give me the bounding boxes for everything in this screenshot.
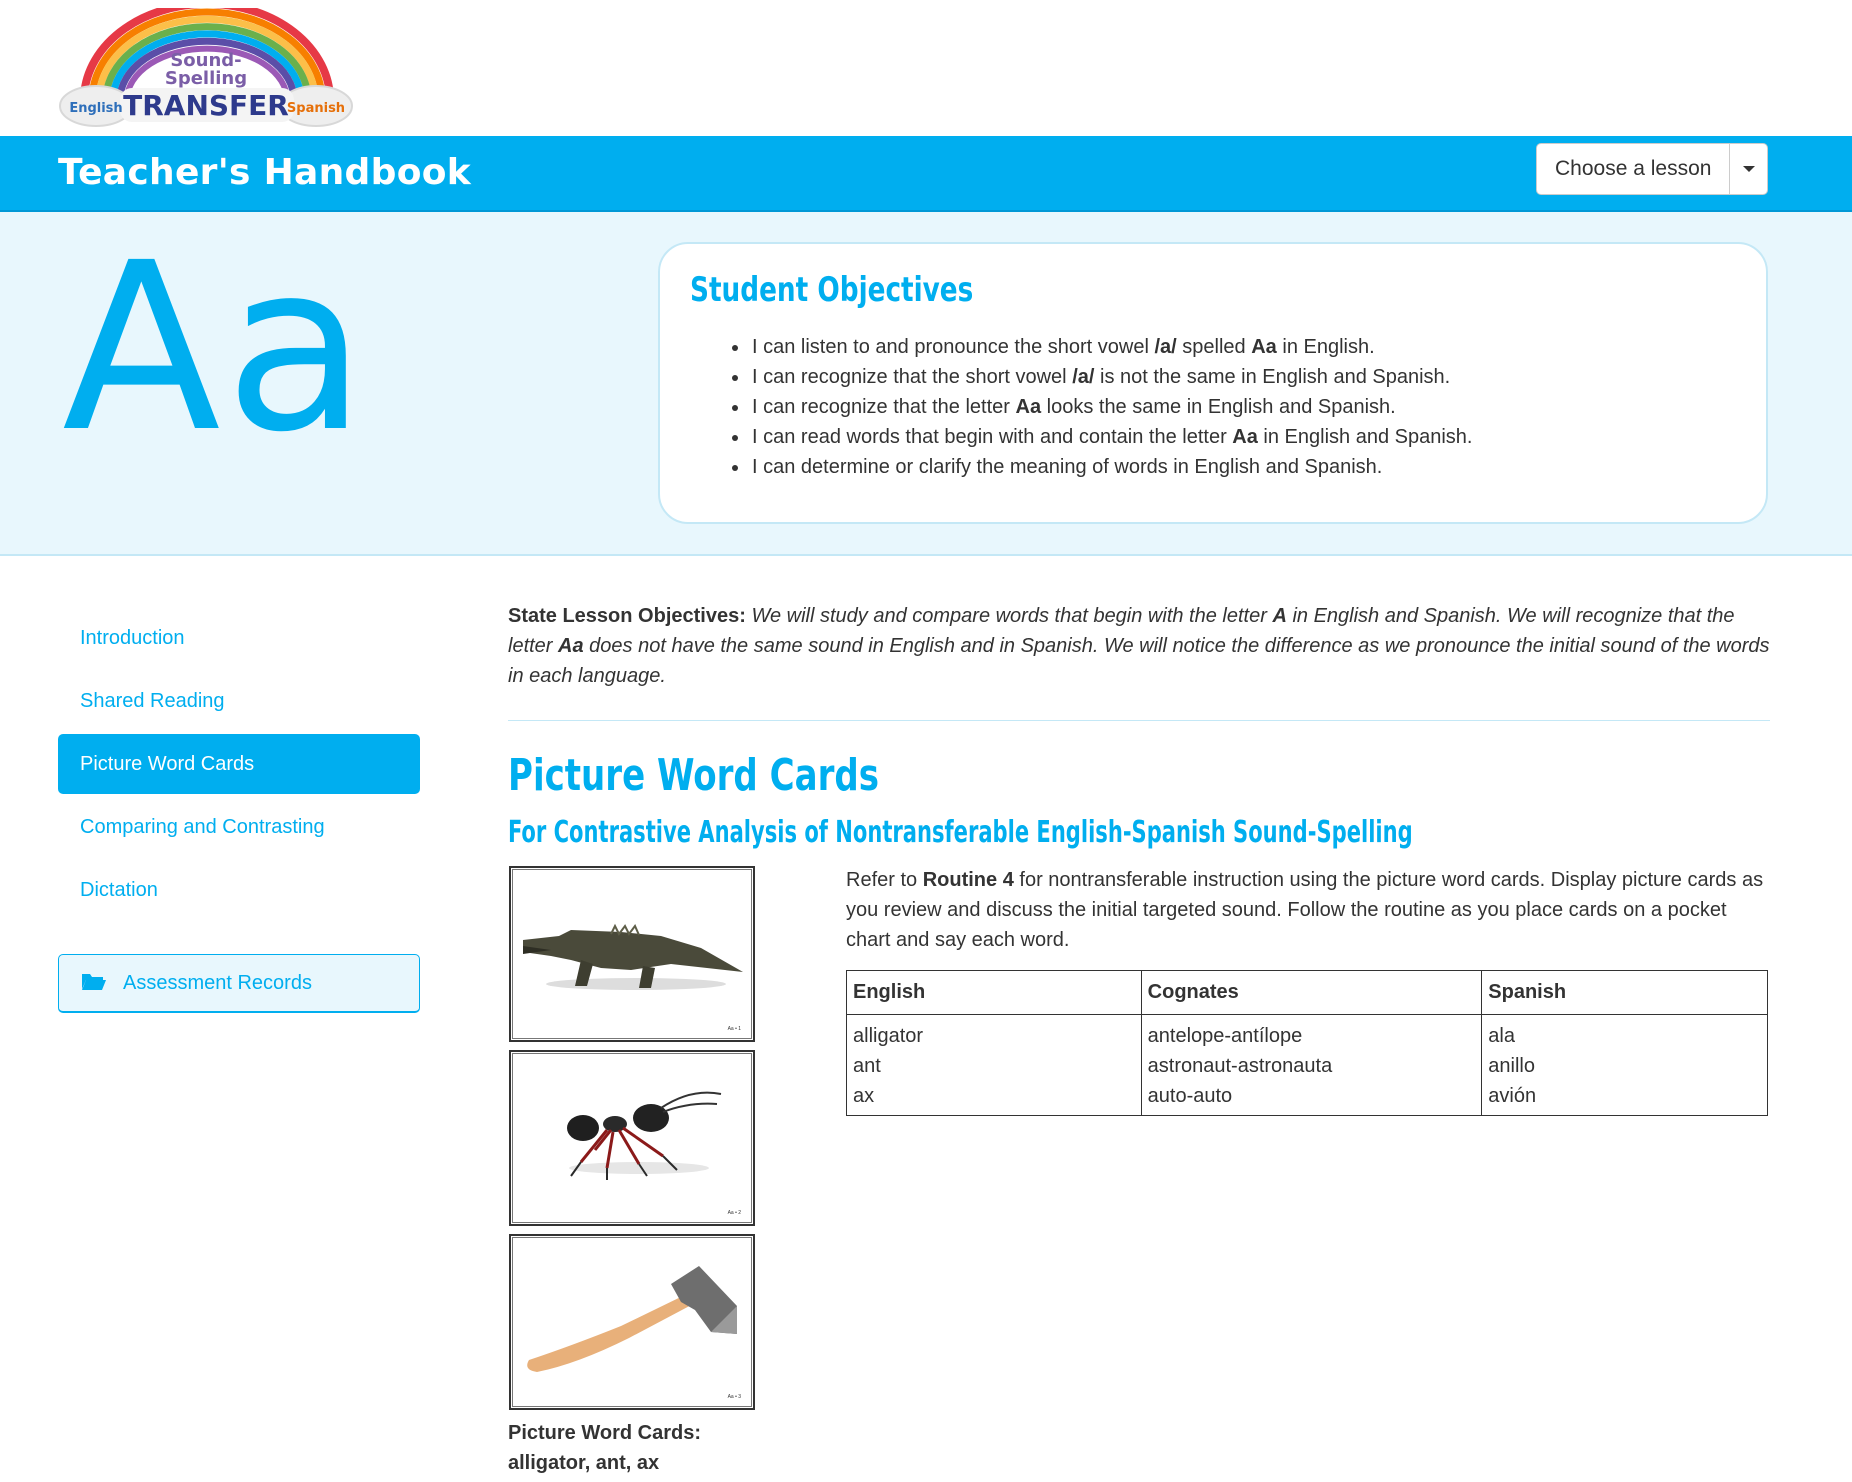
table-cell: ant [853,1055,881,1077]
routine-instructions: Refer to Routine 4 for nontransferable i… [846,869,1764,951]
cards-caption-line1: Picture Word Cards: [508,1422,701,1444]
rainbow-logo-graphic: Sound- Spelling TRANSFER English Spanish [59,8,353,127]
column-header-spanish: Spanish [1481,970,1768,1015]
card-number: Aa • 3 [727,1394,741,1400]
spanish-words-cell: ala anillo avión [1481,1014,1768,1116]
sidebar-item-introduction[interactable]: Introduction [58,608,420,668]
lesson-select-dropdown[interactable]: Choose a lesson [1536,143,1769,195]
table-cell: avión [1488,1085,1537,1107]
card-number: Aa • 1 [727,1026,741,1032]
sound-spelling-transfer-logo[interactable]: Sound- Spelling TRANSFER English Spanish [58,8,358,132]
english-words-cell: alligator ant ax [846,1014,1142,1116]
state-lesson-objectives: State Lesson Objectives: We will study a… [508,605,1770,687]
ant-icon [567,1091,722,1180]
student-objectives-card: Student Objectives I can listen to and p… [658,242,1768,524]
picture-card-ant[interactable]: Aa • 2 [509,1050,755,1226]
table-cell: ax [853,1085,875,1107]
words-table: English Cognates Spanish alligator ant a… [846,970,1768,1116]
sidebar-item-shared-reading[interactable]: Shared Reading [58,671,420,731]
table-cell: anillo [1488,1055,1535,1077]
ax-icon [527,1266,737,1372]
assessment-records-button[interactable]: Assessment Records [58,954,420,1013]
sidebar-item-dictation[interactable]: Dictation [58,860,420,920]
picture-card-alligator[interactable]: Aa • 1 [509,866,755,1042]
table-header-row: English Cognates Spanish [846,970,1768,1015]
page-title: Teacher's Handbook [58,152,472,193]
lesson-select-toggle[interactable] [1729,144,1767,194]
svg-text:Spanish: Spanish [287,101,345,116]
cards-caption-line2: alligator, ant, ax [508,1452,660,1474]
section-divider [508,720,1770,721]
svg-text:English: English [69,101,122,116]
lesson-sidebar-nav: Introduction Shared Reading Picture Word… [58,608,420,1013]
cards-caption: Picture Word Cards: alligator, ant, ax [508,1418,768,1478]
objective-item: I can recognize that the short vowel /a/… [750,362,1472,392]
table-cell: auto-auto [1147,1085,1233,1107]
folder-open-icon [81,971,107,996]
chevron-down-icon [1742,166,1755,172]
alligator-icon [523,923,743,990]
objective-item: I can listen to and pronounce the short … [750,332,1472,362]
table-cell: antelope-antílope [1147,1025,1303,1047]
svg-text:TRANSFER: TRANSFER [123,89,289,122]
lesson-letter: Aa [62,213,371,483]
state-lesson-objectives-label: State Lesson Objectives: [508,605,746,627]
card-number: Aa • 2 [727,1210,741,1216]
svg-text:Spelling: Spelling [165,68,247,89]
section-title: Picture Word Cards [508,750,880,801]
cognates-cell: antelope-antílope astronaut-astronauta a… [1140,1014,1483,1116]
objective-item: I can read words that begin with and con… [750,422,1472,452]
section-subtitle: For Contrastive Analysis of Nontransfera… [508,815,1413,850]
objective-item: I can recognize that the letter Aa looks… [750,392,1472,422]
student-objectives-title: Student Objectives [690,270,974,310]
table-cell: astronaut-astronauta [1147,1055,1333,1077]
objectives-list: I can listen to and pronounce the short … [690,332,1472,482]
column-header-cognates: Cognates [1140,970,1483,1015]
lesson-select-label[interactable]: Choose a lesson [1537,144,1729,194]
sidebar-item-comparing-and-contrasting[interactable]: Comparing and Contrasting [58,797,420,857]
objective-item: I can determine or clarify the meaning o… [750,452,1472,482]
picture-card-ax[interactable]: Aa • 3 [509,1234,755,1410]
column-header-english: English [846,970,1142,1015]
table-row: alligator ant ax antelope-antílope astro… [846,1014,1768,1116]
table-cell: ala [1488,1025,1515,1047]
table-cell: alligator [853,1025,924,1047]
logo-area: Sound- Spelling TRANSFER English Spanish [0,0,1852,136]
sidebar-item-picture-word-cards[interactable]: Picture Word Cards [58,734,420,794]
assessment-records-label: Assessment Records [123,971,312,994]
